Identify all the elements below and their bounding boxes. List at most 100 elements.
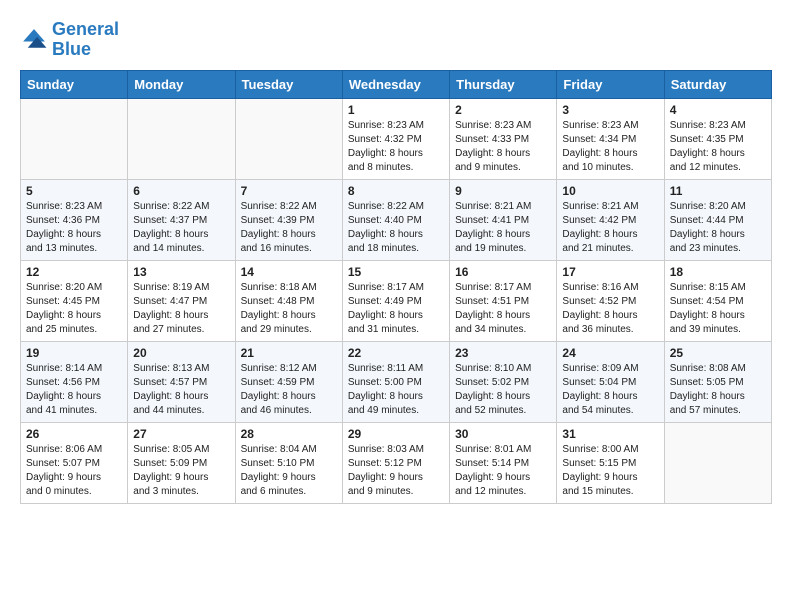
- day-cell: 29Sunrise: 8:03 AM Sunset: 5:12 PM Dayli…: [342, 422, 449, 503]
- day-number: 24: [562, 346, 658, 360]
- day-number: 20: [133, 346, 229, 360]
- day-cell: 15 Sunrise: 8:17 AM Sunset: 4:49 PM Dayli…: [342, 260, 449, 341]
- week-row-2: 5 Sunrise: 8:23 AM Sunset: 4:36 PM Daylig…: [21, 179, 772, 260]
- day-cell: 22 Sunrise: 8:11 AM Sunset: 5:00 PM Dayli…: [342, 341, 449, 422]
- day-cell: [664, 422, 771, 503]
- day-cell: 23Sunrise: 8:10 AM Sunset: 5:02 PM Dayli…: [450, 341, 557, 422]
- day-info: Sunrise: 8:23 AM Sunset: 4:32 PM Dayligh…: [348, 119, 444, 175]
- day-cell: 25 Sunrise: 8:08 AM Sunset: 5:05 PM Dayli…: [664, 341, 771, 422]
- day-cell: 16Sunrise: 8:17 AM Sunset: 4:51 PM Dayli…: [450, 260, 557, 341]
- day-number: 18: [670, 265, 766, 279]
- day-info: Sunrise: 8:20 AM Sunset: 4:44 PM Dayligh…: [670, 200, 766, 256]
- day-number: 9: [455, 184, 551, 198]
- day-info: Sunrise: 8:03 AM Sunset: 5:12 PM Dayligh…: [348, 443, 444, 499]
- day-number: 5: [26, 184, 122, 198]
- day-cell: 31 Sunrise: 8:00 AM Sunset: 5:15 PM Dayli…: [557, 422, 664, 503]
- logo-text: General Blue: [52, 20, 119, 60]
- day-number: 6: [133, 184, 229, 198]
- day-number: 26: [26, 427, 122, 441]
- day-info: Sunrise: 8:23 AM Sunset: 4:34 PM Dayligh…: [562, 119, 658, 175]
- day-number: 10: [562, 184, 658, 198]
- day-info: Sunrise: 8:09 AM Sunset: 5:04 PM Dayligh…: [562, 362, 658, 418]
- day-number: 31: [562, 427, 658, 441]
- day-info: Sunrise: 8:17 AM Sunset: 4:51 PM Dayligh…: [455, 281, 551, 337]
- day-cell: 10 Sunrise: 8:21 AM Sunset: 4:42 PM Dayli…: [557, 179, 664, 260]
- day-info: Sunrise: 8:17 AM Sunset: 4:49 PM Dayligh…: [348, 281, 444, 337]
- day-cell: 26 Sunrise: 8:06 AM Sunset: 5:07 PM Dayli…: [21, 422, 128, 503]
- day-number: 1: [348, 103, 444, 117]
- day-cell: 20 Sunrise: 8:13 AM Sunset: 4:57 PM Dayli…: [128, 341, 235, 422]
- day-cell: [128, 98, 235, 179]
- week-row-5: 26 Sunrise: 8:06 AM Sunset: 5:07 PM Dayli…: [21, 422, 772, 503]
- day-info: Sunrise: 8:22 AM Sunset: 4:37 PM Dayligh…: [133, 200, 229, 256]
- day-info: Sunrise: 8:15 AM Sunset: 4:54 PM Dayligh…: [670, 281, 766, 337]
- logo: General Blue: [20, 20, 119, 60]
- day-cell: 28Sunrise: 8:04 AM Sunset: 5:10 PM Dayli…: [235, 422, 342, 503]
- day-cell: 17 Sunrise: 8:16 AM Sunset: 4:52 PM Dayli…: [557, 260, 664, 341]
- day-cell: [235, 98, 342, 179]
- day-cell: 6 Sunrise: 8:22 AM Sunset: 4:37 PM Daylig…: [128, 179, 235, 260]
- col-header-monday: Monday: [128, 70, 235, 98]
- col-header-sunday: Sunday: [21, 70, 128, 98]
- day-info: Sunrise: 8:23 AM Sunset: 4:36 PM Dayligh…: [26, 200, 122, 256]
- day-number: 4: [670, 103, 766, 117]
- day-number: 30: [455, 427, 551, 441]
- day-number: 13: [133, 265, 229, 279]
- day-number: 11: [670, 184, 766, 198]
- day-info: Sunrise: 8:00 AM Sunset: 5:15 PM Dayligh…: [562, 443, 658, 499]
- day-number: 3: [562, 103, 658, 117]
- day-cell: 7Sunrise: 8:22 AM Sunset: 4:39 PM Daylig…: [235, 179, 342, 260]
- col-header-thursday: Thursday: [450, 70, 557, 98]
- day-cell: 1 Sunrise: 8:23 AM Sunset: 4:32 PM Daylig…: [342, 98, 449, 179]
- day-cell: 3 Sunrise: 8:23 AM Sunset: 4:34 PM Daylig…: [557, 98, 664, 179]
- day-number: 22: [348, 346, 444, 360]
- day-info: Sunrise: 8:14 AM Sunset: 4:56 PM Dayligh…: [26, 362, 122, 418]
- col-header-saturday: Saturday: [664, 70, 771, 98]
- day-info: Sunrise: 8:18 AM Sunset: 4:48 PM Dayligh…: [241, 281, 337, 337]
- day-cell: 21 Sunrise: 8:12 AM Sunset: 4:59 PM Dayli…: [235, 341, 342, 422]
- day-info: Sunrise: 8:21 AM Sunset: 4:41 PM Dayligh…: [455, 200, 551, 256]
- day-cell: 18 Sunrise: 8:15 AM Sunset: 4:54 PM Dayli…: [664, 260, 771, 341]
- day-info: Sunrise: 8:13 AM Sunset: 4:57 PM Dayligh…: [133, 362, 229, 418]
- day-info: Sunrise: 8:23 AM Sunset: 4:35 PM Dayligh…: [670, 119, 766, 175]
- day-number: 2: [455, 103, 551, 117]
- day-info: Sunrise: 8:22 AM Sunset: 4:40 PM Dayligh…: [348, 200, 444, 256]
- day-number: 17: [562, 265, 658, 279]
- day-info: Sunrise: 8:12 AM Sunset: 4:59 PM Dayligh…: [241, 362, 337, 418]
- day-cell: 8 Sunrise: 8:22 AM Sunset: 4:40 PM Daylig…: [342, 179, 449, 260]
- day-cell: [21, 98, 128, 179]
- day-info: Sunrise: 8:20 AM Sunset: 4:45 PM Dayligh…: [26, 281, 122, 337]
- week-row-3: 12 Sunrise: 8:20 AM Sunset: 4:45 PM Dayli…: [21, 260, 772, 341]
- week-row-1: 1 Sunrise: 8:23 AM Sunset: 4:32 PM Daylig…: [21, 98, 772, 179]
- logo-icon: [20, 26, 48, 54]
- day-number: 15: [348, 265, 444, 279]
- day-cell: 24 Sunrise: 8:09 AM Sunset: 5:04 PM Dayli…: [557, 341, 664, 422]
- day-number: 23: [455, 346, 551, 360]
- day-info: Sunrise: 8:16 AM Sunset: 4:52 PM Dayligh…: [562, 281, 658, 337]
- day-number: 25: [670, 346, 766, 360]
- day-number: 21: [241, 346, 337, 360]
- day-info: Sunrise: 8:06 AM Sunset: 5:07 PM Dayligh…: [26, 443, 122, 499]
- day-number: 28: [241, 427, 337, 441]
- day-info: Sunrise: 8:21 AM Sunset: 4:42 PM Dayligh…: [562, 200, 658, 256]
- col-header-friday: Friday: [557, 70, 664, 98]
- day-info: Sunrise: 8:05 AM Sunset: 5:09 PM Dayligh…: [133, 443, 229, 499]
- day-number: 19: [26, 346, 122, 360]
- day-number: 8: [348, 184, 444, 198]
- col-header-wednesday: Wednesday: [342, 70, 449, 98]
- day-info: Sunrise: 8:08 AM Sunset: 5:05 PM Dayligh…: [670, 362, 766, 418]
- week-row-4: 19 Sunrise: 8:14 AM Sunset: 4:56 PM Dayli…: [21, 341, 772, 422]
- day-info: Sunrise: 8:11 AM Sunset: 5:00 PM Dayligh…: [348, 362, 444, 418]
- day-info: Sunrise: 8:23 AM Sunset: 4:33 PM Dayligh…: [455, 119, 551, 175]
- day-cell: 14 Sunrise: 8:18 AM Sunset: 4:48 PM Dayli…: [235, 260, 342, 341]
- day-cell: 2 Sunrise: 8:23 AM Sunset: 4:33 PM Daylig…: [450, 98, 557, 179]
- day-info: Sunrise: 8:01 AM Sunset: 5:14 PM Dayligh…: [455, 443, 551, 499]
- day-cell: 11 Sunrise: 8:20 AM Sunset: 4:44 PM Dayli…: [664, 179, 771, 260]
- header-row: SundayMondayTuesdayWednesdayThursdayFrid…: [21, 70, 772, 98]
- col-header-tuesday: Tuesday: [235, 70, 342, 98]
- page-header: General Blue: [20, 20, 772, 60]
- day-number: 12: [26, 265, 122, 279]
- day-number: 7: [241, 184, 337, 198]
- day-cell: 13Sunrise: 8:19 AM Sunset: 4:47 PM Dayli…: [128, 260, 235, 341]
- day-number: 14: [241, 265, 337, 279]
